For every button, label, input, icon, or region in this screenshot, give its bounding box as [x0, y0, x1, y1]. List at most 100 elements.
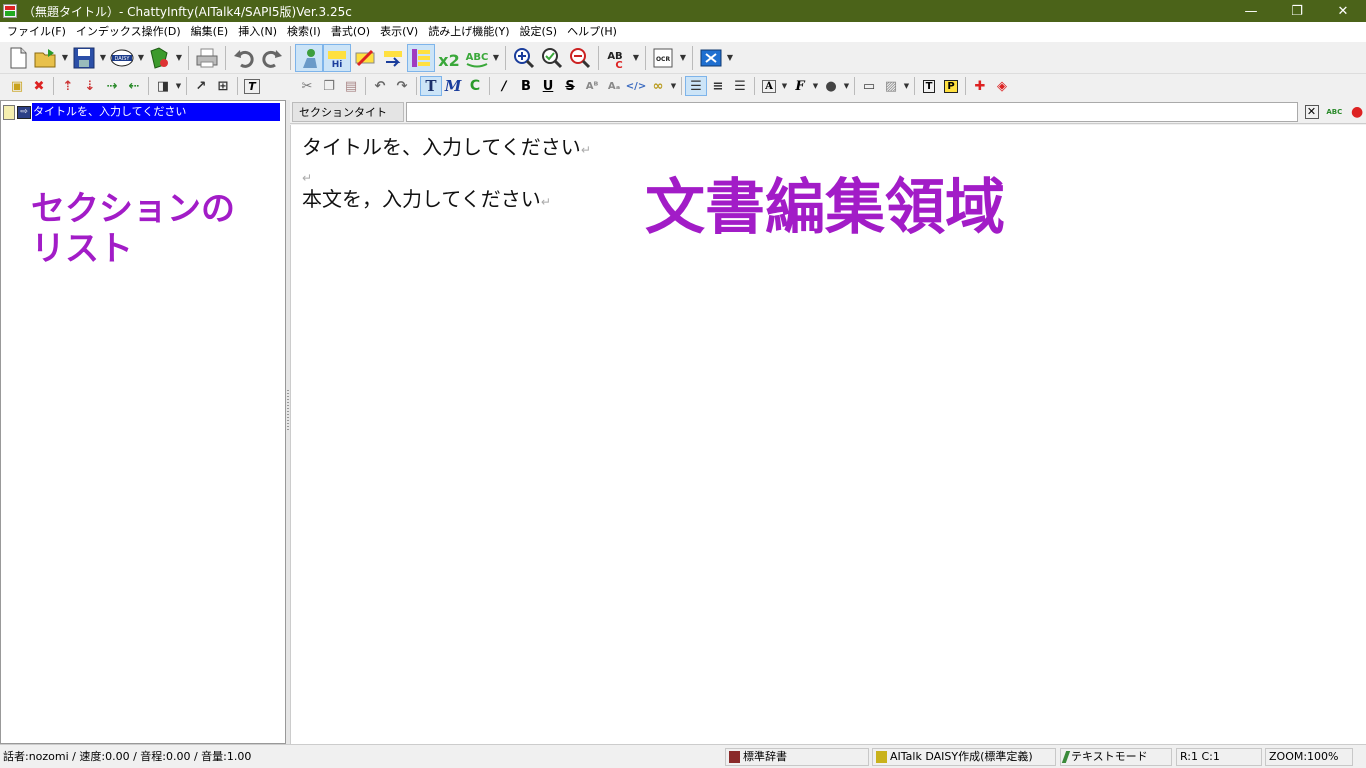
new-document-button[interactable] [4, 44, 32, 72]
section-tree-item[interactable]: ⇨ タイトルを、入力してください [3, 103, 280, 121]
status-text-mode[interactable]: テキストモード [1060, 748, 1172, 766]
tag-button[interactable]: </> [625, 76, 647, 96]
next-line-button[interactable] [379, 44, 407, 72]
undo-small-button[interactable]: ↶ [369, 76, 391, 96]
status-dictionary[interactable]: 標準辞書 [725, 748, 869, 766]
export-button[interactable] [146, 44, 174, 72]
section-title-input[interactable] [405, 101, 1298, 122]
print-button[interactable] [193, 44, 221, 72]
split-dropdown[interactable]: ▼ [174, 82, 183, 90]
editor-line[interactable]: ↵ [302, 163, 312, 190]
title-style-button[interactable]: T [241, 76, 263, 96]
redo-small-button[interactable]: ↷ [391, 76, 413, 96]
text-mode-button[interactable]: T [420, 76, 442, 96]
splitter-grip[interactable] [287, 390, 289, 430]
export-dropdown[interactable]: ▼ [174, 44, 184, 72]
save-dropdown[interactable]: ▼ [98, 44, 108, 72]
editor-line[interactable]: タイトルを、入力してください↵ [302, 135, 591, 162]
menu-settings[interactable]: 設定(S) [515, 22, 563, 42]
font-dropdown[interactable]: ▼ [780, 82, 789, 90]
expand-button[interactable]: ⊞ [212, 76, 234, 96]
daisy-dropdown[interactable]: ▼ [136, 44, 146, 72]
link-button[interactable]: ↗ [190, 76, 212, 96]
image-button[interactable]: ▨ [880, 76, 902, 96]
reading-button[interactable]: Aₐ [603, 76, 625, 96]
section-tree-label[interactable]: タイトルを、入力してください [32, 103, 280, 121]
spell-button[interactable]: ABC [463, 44, 491, 72]
open-button[interactable] [32, 44, 60, 72]
font-size-dropdown[interactable]: ▼ [811, 82, 820, 90]
color-button[interactable]: ◈ [991, 76, 1013, 96]
marker-button[interactable] [351, 44, 379, 72]
image-dropdown[interactable]: ▼ [902, 82, 911, 90]
insert-button[interactable]: ✚ [969, 76, 991, 96]
minimize-button[interactable]: — [1228, 0, 1274, 22]
window-dropdown[interactable]: ▼ [725, 44, 735, 72]
menu-view[interactable]: 表示(V) [375, 22, 423, 42]
ocr-button[interactable]: OCR [650, 44, 678, 72]
strike-button[interactable]: S [559, 76, 581, 96]
move-down-button[interactable]: ⇣ [79, 76, 101, 96]
underline-button[interactable]: U [537, 76, 559, 96]
chem-mode-button[interactable]: C [464, 76, 486, 96]
menu-insert[interactable]: 挿入(N) [233, 22, 282, 42]
menu-format[interactable]: 書式(O) [326, 22, 375, 42]
record-button[interactable]: ● [1348, 103, 1366, 121]
spell-color-dropdown[interactable]: ▼ [631, 44, 641, 72]
ruby-button[interactable]: Aᴮ [581, 76, 603, 96]
italic-button[interactable]: / [493, 76, 515, 96]
list-button[interactable] [407, 43, 435, 72]
screen-button[interactable]: ▭ [858, 76, 880, 96]
menu-help[interactable]: ヘルプ(H) [562, 22, 622, 42]
document-editor[interactable]: タイトルを、入力してください↵ ↵ 本文を，入力してください↵ 文書編集領域 [290, 125, 1366, 744]
media-button[interactable]: ● [820, 76, 842, 96]
split-button[interactable]: ◨ [152, 76, 174, 96]
cut-button[interactable]: ✂ [296, 76, 318, 96]
save-button[interactable] [70, 44, 98, 72]
text-box-button[interactable]: T [918, 76, 940, 96]
page-button[interactable]: P [940, 76, 962, 96]
align-center-button[interactable]: ≡ [707, 76, 729, 96]
section-spell-button[interactable]: ABC [1325, 103, 1343, 121]
bold-button[interactable]: B [515, 76, 537, 96]
align-left-button[interactable]: ☰ [685, 76, 707, 96]
editor-line[interactable]: 本文を，入力してください↵ [302, 187, 551, 214]
paste-button[interactable]: ▤ [340, 76, 362, 96]
zoom-fit-button[interactable] [538, 44, 566, 72]
redo-button[interactable] [258, 44, 286, 72]
media-dropdown[interactable]: ▼ [842, 82, 851, 90]
indent-button[interactable]: ⇢ [101, 76, 123, 96]
spell-dropdown[interactable]: ▼ [491, 44, 501, 72]
delete-section-button[interactable]: ✖ [28, 76, 50, 96]
ocr-dropdown[interactable]: ▼ [678, 44, 688, 72]
font-button[interactable]: A [758, 76, 780, 96]
outdent-button[interactable]: ⇠ [123, 76, 145, 96]
undo-button[interactable] [230, 44, 258, 72]
zoom-out-button[interactable] [566, 44, 594, 72]
speed-button[interactable]: x2 [435, 44, 463, 72]
add-section-button[interactable]: ▣ [6, 76, 28, 96]
section-title-tab[interactable]: セクションタイトル [292, 101, 404, 139]
font-size-button[interactable]: F [789, 76, 811, 96]
status-daisy-mode[interactable]: AITalk DAISY作成(標準定義) [872, 748, 1056, 766]
close-button[interactable]: ✕ [1320, 0, 1366, 22]
zoom-in-button[interactable] [510, 44, 538, 72]
restore-button[interactable]: ❐ [1274, 0, 1320, 22]
link-dropdown[interactable]: ▼ [669, 82, 678, 90]
move-up-button[interactable]: ⇡ [57, 76, 79, 96]
window-button[interactable] [697, 44, 725, 72]
spell-color-button[interactable]: AB C [603, 44, 631, 72]
menu-edit[interactable]: 編集(E) [186, 22, 234, 42]
menu-file[interactable]: ファイル(F) [2, 22, 71, 42]
link-insert-button[interactable]: ∞ [647, 76, 669, 96]
menu-index[interactable]: インデックス操作(D) [71, 22, 186, 42]
align-right-button[interactable]: ☰ [729, 76, 751, 96]
clear-section-button[interactable]: ✕ [1303, 103, 1321, 121]
menu-search[interactable]: 検索(I) [282, 22, 326, 42]
open-dropdown[interactable]: ▼ [60, 44, 70, 72]
highlight-button[interactable]: Hi [323, 43, 351, 72]
menu-read-aloud[interactable]: 読み上げ機能(Y) [423, 22, 514, 42]
math-mode-button[interactable]: M [442, 76, 464, 96]
speak-button[interactable] [295, 43, 323, 72]
daisy-button[interactable]: DAISY [108, 44, 136, 72]
